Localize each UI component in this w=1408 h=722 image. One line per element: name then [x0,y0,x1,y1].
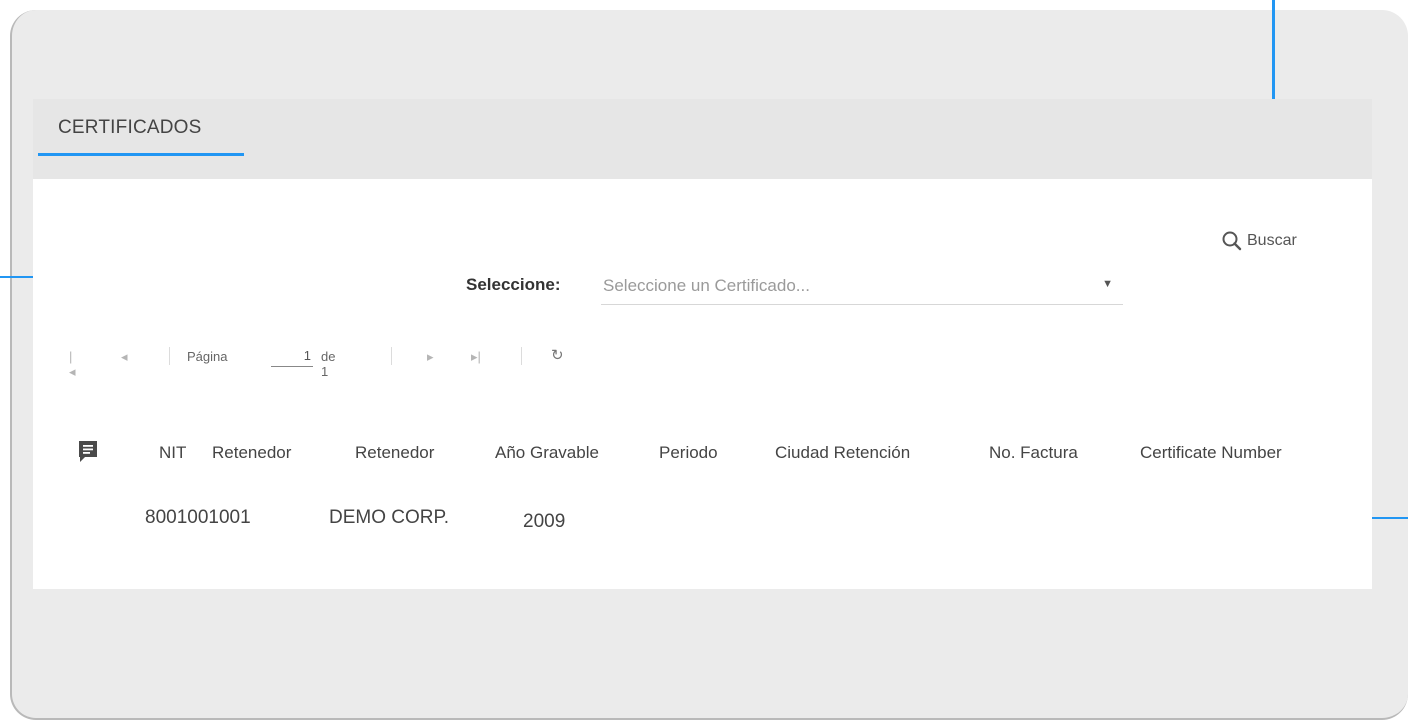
column-header-retenedor[interactable]: Retenedor [355,443,434,463]
certificates-panel: Buscar Seleccione: Seleccione un Certifi… [33,179,1372,589]
pager-divider [391,347,392,365]
tab-certificados[interactable]: CERTIFICADOS [38,99,244,179]
tab-label: CERTIFICADOS [58,117,202,138]
refresh-icon[interactable]: ↻ [551,346,564,364]
first-page-button[interactable]: |◂ [69,349,76,380]
pager-divider [169,347,170,365]
select-placeholder: Seleccione un Certificado... [603,276,810,295]
last-page-button[interactable]: ▸| [471,349,481,365]
table-header: NIT Retenedor Retenedor Año Gravable Per… [77,437,1347,469]
cell-retenedor: DEMO CORP. [329,507,450,528]
search-label: Buscar [1247,232,1297,249]
column-header-ciudad-retencion[interactable]: Ciudad Retención [775,443,910,463]
page-total: de 1 [321,349,336,379]
cell-nit: 8001001001 [145,507,251,528]
search-button[interactable]: Buscar [1221,227,1297,255]
column-header-certificate-number[interactable]: Certificate Number [1140,443,1282,463]
column-header-no-factura[interactable]: No. Factura [989,443,1078,463]
chevron-down-icon: ▼ [1102,278,1113,290]
select-label: Seleccione: [466,275,561,294]
column-header-periodo[interactable]: Periodo [659,443,718,463]
column-header-anio-gravable[interactable]: Año Gravable [495,443,599,463]
cell-anio: 2009 [523,511,566,532]
comment-icon[interactable] [77,439,99,465]
column-header-nit[interactable]: NIT [159,443,186,463]
page-label: Página [187,349,228,364]
page-number-input[interactable]: 1 [271,345,313,367]
search-icon [1222,231,1242,251]
certificate-select[interactable]: Seleccione un Certificado... ▼ [601,272,1123,305]
tab-active-indicator [38,153,244,156]
next-page-button[interactable]: ▸ [427,349,434,365]
tab-bar: CERTIFICADOS [33,99,1372,179]
column-header-retenedor-id[interactable]: Retenedor [212,443,291,463]
pager-divider [521,347,522,365]
prev-page-button[interactable]: ◂ [121,349,128,365]
